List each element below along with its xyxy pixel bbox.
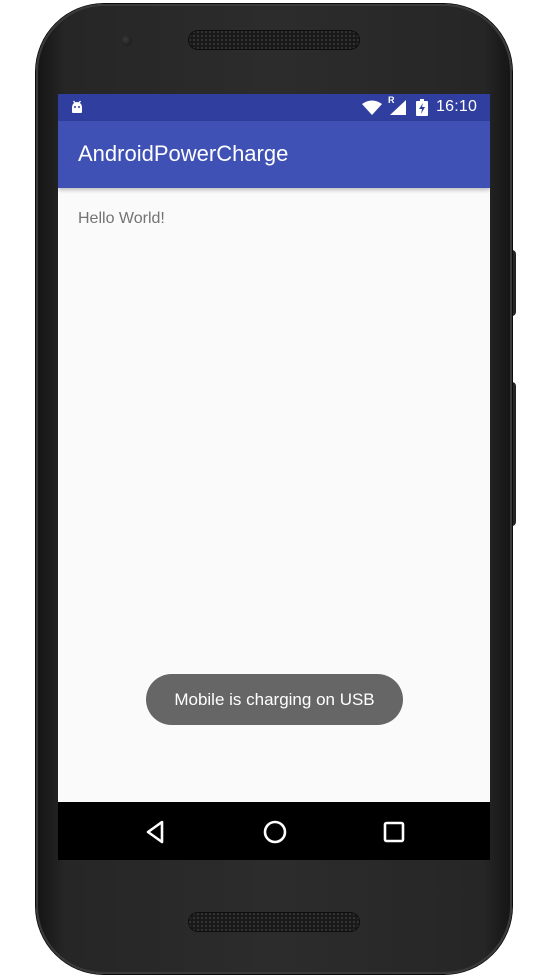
app-bar: AndroidPowerCharge xyxy=(58,121,490,188)
hello-world-text: Hello World! xyxy=(78,210,165,227)
top-speaker-grille xyxy=(188,30,360,50)
status-clock: 16:10 xyxy=(436,98,478,115)
cellular-signal-icon xyxy=(390,100,406,115)
wifi-icon xyxy=(362,100,382,115)
app-title: AndroidPowerCharge xyxy=(78,141,289,166)
recents-icon[interactable] xyxy=(380,818,408,846)
front-camera xyxy=(121,35,132,46)
device-stage: R 16:10 AndroidPowerCharge Hello World! … xyxy=(0,0,548,978)
status-bar: R 16:10 xyxy=(58,94,490,121)
toast-message: Mobile is charging on USB xyxy=(146,674,403,725)
navigation-bar xyxy=(58,802,490,860)
back-icon[interactable] xyxy=(142,818,170,846)
toast-text: Mobile is charging on USB xyxy=(174,689,375,709)
bottom-speaker-grille xyxy=(188,912,360,932)
android-notification-icon xyxy=(72,100,82,113)
battery-charging-icon xyxy=(416,99,428,116)
screen: R 16:10 AndroidPowerCharge Hello World! … xyxy=(58,94,490,860)
home-icon[interactable] xyxy=(261,818,289,846)
